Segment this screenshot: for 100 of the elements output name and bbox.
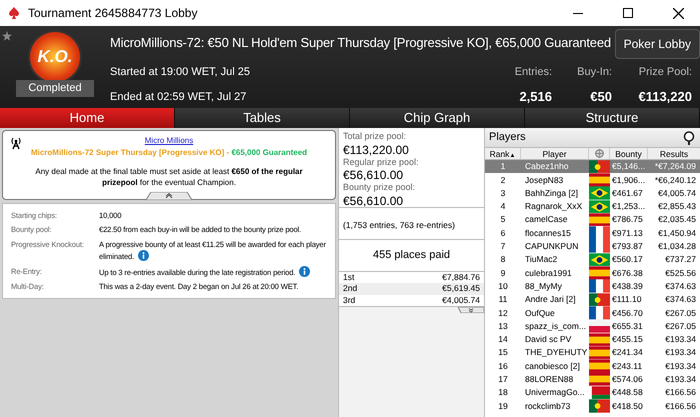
payout-place: 3rd — [343, 294, 356, 306]
flag-icon — [589, 372, 610, 386]
rank-cell-text: 3 — [500, 186, 506, 200]
bounty-cell-text: €793.87 — [611, 240, 644, 253]
payout-amount: €4,005.74 — [442, 294, 480, 306]
player-name: 88LOREN88 — [524, 373, 574, 386]
rank-cell-text: 11 — [498, 293, 508, 306]
rank-cell-text: 6 — [500, 226, 506, 240]
bounty-cell-text: €971.13 — [611, 226, 644, 240]
flag-icon — [589, 172, 610, 187]
players-title: Players — [489, 130, 526, 146]
bounty-cell-text: €111.10 — [611, 293, 642, 306]
player-name: 88_MyMy — [524, 280, 563, 293]
flag-icon — [589, 346, 610, 360]
pool-value: €56,610.00 — [343, 194, 404, 206]
entries-note: (1,753 entries, 763 re-entries) — [343, 220, 455, 230]
result-cell-text: €374.63 — [664, 293, 697, 306]
rank-cell-text: 12 — [497, 306, 509, 320]
player-name: THE_DYEHUTY — [524, 346, 588, 360]
poker-lobby-button[interactable]: Poker Lobby — [614, 29, 700, 59]
stat-label: Buy-In: — [577, 65, 612, 80]
broadcast-icon — [9, 136, 23, 150]
player-name: Andre Jari [2] — [524, 293, 577, 306]
event-name: MicroMillions-72 Super Thursday [Progressive KO] - €65,000 Guaranteed — [30, 147, 308, 159]
column-header[interactable]: Results — [648, 148, 700, 159]
info-icon[interactable] — [138, 250, 150, 262]
rank-cell-text: 16 — [497, 360, 509, 372]
search-icon[interactable] — [682, 130, 696, 144]
rank-cell-text: 14 — [497, 333, 509, 346]
bounty-cell-text: €243.11 — [611, 360, 644, 372]
player-name: rockclimb73 — [524, 400, 572, 412]
flag-icon — [589, 239, 610, 254]
pool-label: Total prize pool: — [343, 130, 408, 143]
bounty-cell-text: €676.38 — [611, 266, 644, 280]
result-cell-text: €267.05 — [664, 320, 697, 333]
player-name: JosepN83 — [524, 174, 564, 186]
start-time: Started at 19:00 WET, Jul 25 — [110, 65, 252, 80]
rank-cell-text: 13 — [497, 320, 509, 333]
rank-cell-text: 15 — [497, 346, 509, 360]
flag-icon — [589, 319, 610, 334]
tab[interactable]: Structure — [525, 108, 700, 128]
result-cell-text: €2,855.43 — [657, 200, 697, 213]
info-icon[interactable] — [299, 266, 310, 277]
flag-icon — [589, 200, 610, 214]
window-title: Tournament 2645884773 Lobby — [28, 5, 198, 22]
flag-icon — [589, 306, 610, 320]
bounty-cell-text: €560.17 — [611, 253, 644, 266]
flag-icon — [589, 279, 610, 294]
flag-icon — [589, 399, 610, 413]
collapse-icon[interactable] — [146, 192, 192, 200]
player-name: Cabez1nho — [524, 160, 570, 174]
globe-icon[interactable] — [594, 149, 604, 158]
bounty-cell-text: €418.50 — [611, 400, 644, 412]
result-cell-text: €267.05 — [664, 306, 697, 320]
micro-millions-link[interactable]: Micro Millions — [144, 135, 194, 147]
tab[interactable]: Home — [0, 108, 175, 128]
result-cell-text: €193.34 — [664, 373, 697, 386]
flag-icon — [589, 332, 610, 347]
player-name: OufQue — [524, 306, 556, 320]
payout-amount: €7,884.76 — [442, 272, 480, 283]
player-name: culebra1991 — [524, 266, 573, 280]
deal-note: Any deal made at the final table must set aside at least €650 of the regular prizepool for the eventual Champion. — [34, 166, 304, 188]
result-cell-text: €193.34 — [664, 346, 697, 360]
flag-icon — [589, 186, 610, 200]
bounty-cell-text: €456.70 — [611, 306, 644, 320]
flag-icon — [589, 160, 610, 174]
tournament-title: MicroMillions-72: €50 NL Hold'em Super Thursday [Progressive KO], €65,000 Guaranteed — [110, 34, 611, 52]
rank-cell-text: 8 — [500, 253, 506, 266]
pool-label: Regular prize pool: — [343, 156, 420, 169]
tab[interactable]: Tables — [175, 108, 350, 128]
result-cell-text: €166.56 — [664, 400, 697, 412]
player-name: CAPUNKPUN — [524, 240, 580, 253]
bounty-cell-text: €655.31 — [611, 320, 644, 333]
result-cell-text: *€7,264.09 — [654, 160, 697, 174]
expand-icon[interactable] — [458, 307, 484, 313]
player-name: spazz_is_com... — [524, 320, 587, 333]
bounty-cell-text: €786.75 — [611, 213, 644, 226]
result-cell-text: €374.63 — [664, 280, 697, 293]
result-cell-text: €2,035.45 — [657, 213, 697, 226]
player-row[interactable]: 1 Cabez1nho €5,146... *€7,264.09 — [485, 160, 700, 174]
bounty-cell-text: €455.15 — [611, 333, 644, 346]
close-icon[interactable] — [673, 8, 684, 18]
column-header[interactable]: Player — [521, 148, 589, 159]
result-cell-text: €193.34 — [664, 333, 697, 346]
result-cell-text: €1,450.94 — [657, 226, 697, 240]
maximize-icon[interactable] — [623, 8, 633, 18]
pool-value: €56,610.00 — [343, 169, 404, 181]
stat-label: Entries: — [514, 65, 552, 80]
rank-cell-text: 2 — [500, 174, 506, 186]
result-cell-text: €1,034.28 — [657, 240, 697, 253]
column-header[interactable]: Bounty — [610, 148, 648, 159]
result-cell-text: €525.56 — [664, 266, 697, 280]
payout-amount: €5,619.45 — [442, 283, 480, 294]
flag-icon — [589, 359, 610, 374]
rank-cell-text: 4 — [500, 200, 506, 213]
bounty-cell-text: €1,906... — [611, 174, 646, 186]
tab[interactable]: Chip Graph — [350, 108, 525, 128]
pool-value: €113,220.00 — [343, 144, 410, 156]
star-icon[interactable] — [2, 31, 12, 41]
bounty-cell-text: €241.34 — [611, 346, 644, 360]
